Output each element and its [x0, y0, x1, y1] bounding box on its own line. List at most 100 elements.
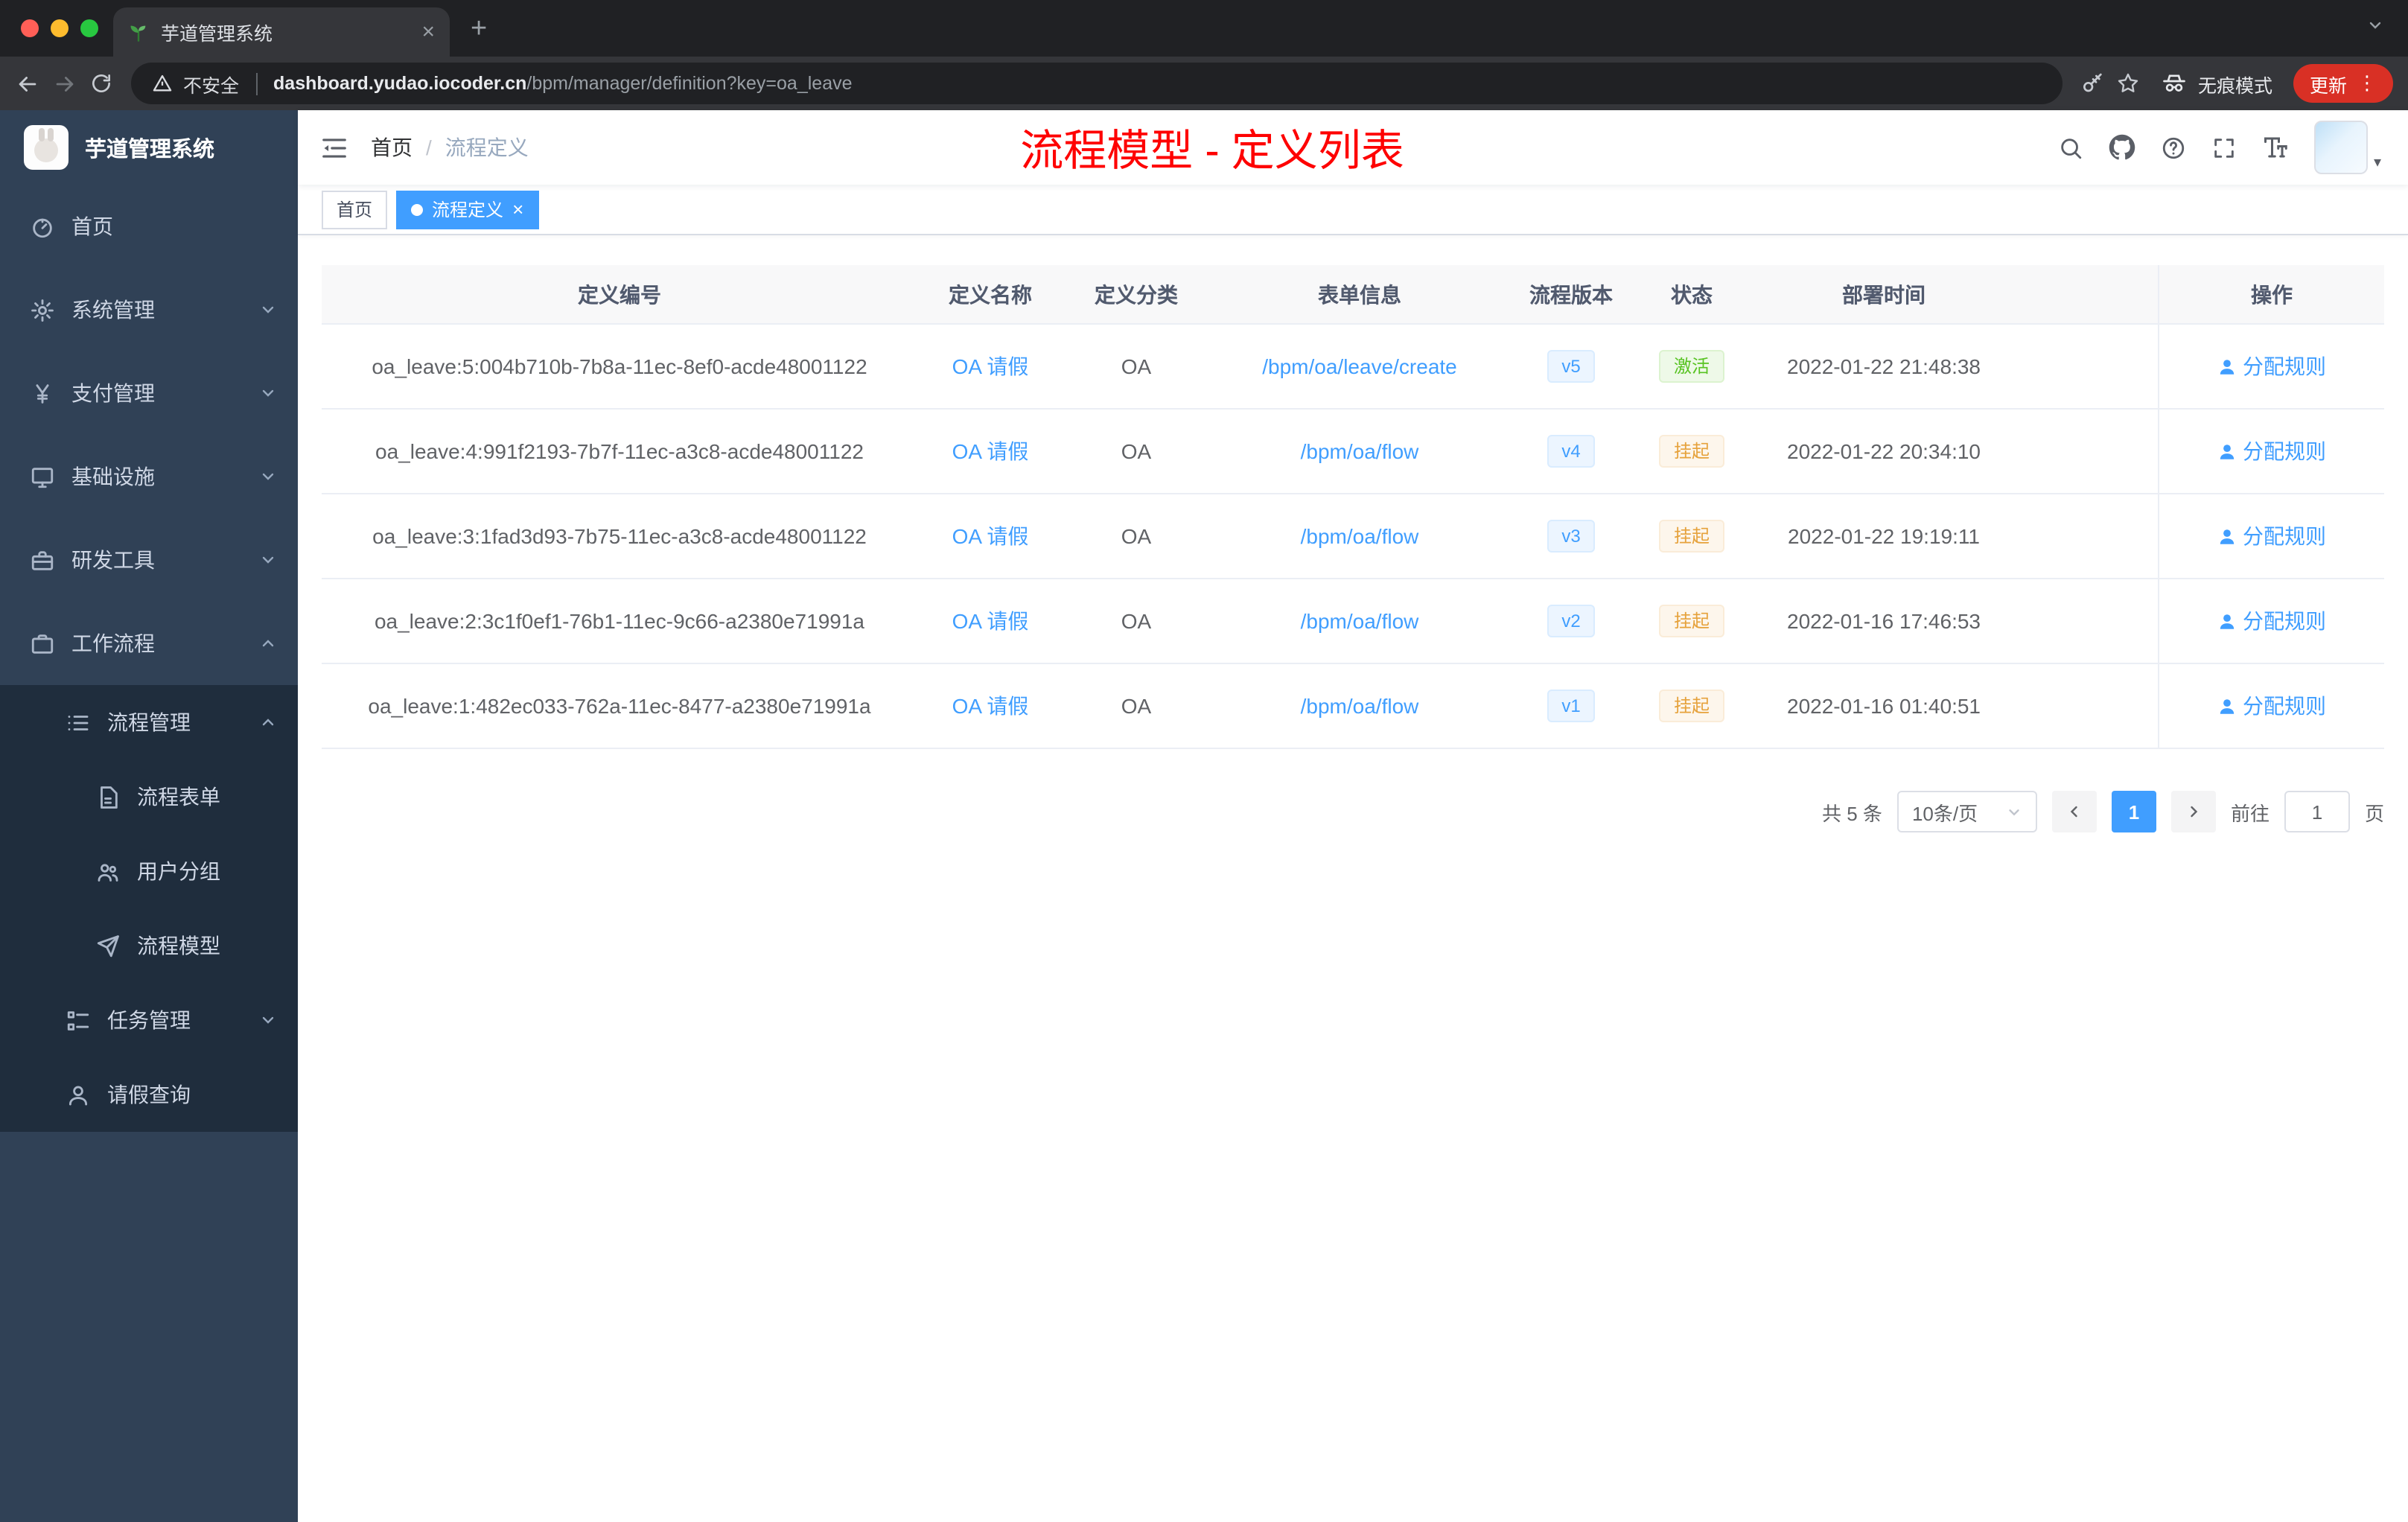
avatar[interactable]: [2313, 121, 2368, 174]
tab-search-chevron-icon[interactable]: [2366, 16, 2384, 34]
sidebar-item-label: 流程模型: [137, 934, 220, 958]
url-path: /bpm/manager/definition?key=oa_leave: [526, 73, 853, 94]
forward-button[interactable]: [52, 71, 77, 96]
sidebar-item-7[interactable]: 流程表单: [0, 760, 298, 834]
password-key-icon[interactable]: [2080, 71, 2104, 95]
sidebar-item-label: 首页: [71, 214, 113, 238]
update-label: 更新: [2309, 75, 2347, 96]
maximize-window-button[interactable]: [80, 19, 98, 37]
sidebar-item-8[interactable]: 用户分组: [0, 834, 298, 908]
sidebar-item-label: 基础设施: [71, 465, 155, 488]
browser-menu-icon[interactable]: ⋮: [2357, 71, 2377, 95]
assign-rule-link[interactable]: 分配规则: [2217, 351, 2326, 381]
chevron-up-icon: [259, 713, 277, 731]
tag-active-dot: [411, 203, 424, 215]
bookmark-star-icon[interactable]: [2116, 71, 2140, 95]
fullscreen-icon[interactable]: [2211, 135, 2237, 160]
definition-name-link[interactable]: OA 请假: [952, 351, 1029, 381]
definition-name-cell: OA 请假: [917, 664, 1063, 748]
definition-name-link[interactable]: OA 请假: [952, 691, 1029, 721]
tag-label: 首页: [337, 200, 373, 220]
refresh-button[interactable]: [89, 71, 113, 95]
briefcase-icon: [30, 631, 55, 656]
definition-name-link[interactable]: OA 请假: [952, 606, 1029, 636]
new-tab-button[interactable]: +: [471, 13, 487, 46]
form-info-link[interactable]: /bpm/oa/flow: [1301, 439, 1419, 463]
user-menu[interactable]: ▾: [2313, 121, 2381, 174]
chevron-down-icon: [259, 301, 277, 319]
assign-rule-link[interactable]: 分配规则: [2217, 691, 2326, 721]
tag-1[interactable]: 流程定义 ×: [396, 190, 539, 229]
sidebar-item-label: 请假查询: [107, 1083, 191, 1107]
browser-tab[interactable]: 芋道管理系统 ×: [113, 7, 450, 57]
tag-0[interactable]: 首页: [322, 190, 388, 229]
sidebar-toggle-icon[interactable]: [298, 133, 371, 162]
breadcrumb-home[interactable]: 首页: [371, 133, 413, 162]
definition-name-link[interactable]: OA 请假: [952, 521, 1029, 551]
sidebar-item-6[interactable]: 流程管理: [0, 685, 298, 760]
search-icon[interactable]: [2058, 135, 2083, 160]
status-badge: 激活: [1658, 350, 1724, 383]
sidebar-item-10[interactable]: 任务管理: [0, 983, 298, 1057]
minimize-window-button[interactable]: [51, 19, 69, 37]
status-cell: 激活: [1632, 325, 1751, 408]
chevron-down-icon: [2006, 803, 2022, 820]
sidebar-item-5[interactable]: 工作流程: [0, 602, 298, 685]
security-label[interactable]: 不安全: [183, 69, 239, 98]
sidebar-logo[interactable]: 芋道管理系统: [0, 110, 298, 185]
prev-page-button[interactable]: [2051, 791, 2097, 832]
definition-id: oa_leave:2:3c1f0ef1-76b1-11ec-9c66-a2380…: [374, 609, 864, 633]
toolbox-icon: [30, 547, 55, 573]
chevron-down-icon: [259, 1011, 277, 1029]
github-icon[interactable]: [2109, 134, 2135, 161]
sidebar-item-2[interactable]: 支付管理: [0, 351, 298, 435]
page-size-select[interactable]: 10条/页: [1896, 791, 2037, 832]
chevron-down-icon: [259, 468, 277, 485]
app-root: 芋道管理系统 首页系统管理 支付管理基础设施研发工具 工作流程 流程管理 流程表单用户分…: [0, 110, 2408, 1522]
tab-close-icon[interactable]: ×: [421, 21, 435, 43]
form-icon: [95, 784, 121, 809]
assign-rule-link[interactable]: 分配规则: [2217, 606, 2326, 636]
browser-tab-bar: 芋道管理系统 × +: [0, 0, 2408, 57]
next-page-button[interactable]: [2170, 791, 2216, 832]
sidebar-item-label: 用户分组: [137, 859, 220, 883]
back-button[interactable]: [15, 71, 40, 96]
sidebar-item-1[interactable]: 系统管理: [0, 268, 298, 351]
sidebar-item-9[interactable]: 流程模型: [0, 908, 298, 983]
close-window-button[interactable]: [21, 19, 39, 37]
table-row: oa_leave:2:3c1f0ef1-76b1-11ec-9c66-a2380…: [322, 579, 2384, 664]
caret-down-icon: ▾: [2373, 155, 2381, 171]
font-size-icon[interactable]: [2262, 134, 2289, 161]
update-button[interactable]: 更新 ⋮: [2293, 64, 2393, 103]
sidebar-item-4[interactable]: 研发工具: [0, 518, 298, 602]
sidebar-item-0[interactable]: 首页: [0, 185, 298, 268]
definition-category: OA: [1121, 609, 1152, 633]
sidebar-item-3[interactable]: 基础设施: [0, 435, 298, 518]
breadcrumb-separator: /: [426, 136, 432, 159]
tag-close-icon[interactable]: ×: [512, 200, 523, 219]
users-icon: [95, 859, 121, 884]
form-info-link[interactable]: /bpm/oa/flow: [1301, 524, 1419, 548]
help-icon[interactable]: [2161, 135, 2186, 160]
pagination: 共 5 条 10条/页 1 前往 1 页: [322, 791, 2384, 832]
assign-rule-label: 分配规则: [2243, 694, 2326, 718]
goto-page-input[interactable]: [2284, 791, 2350, 832]
status-cell: 挂起: [1632, 664, 1751, 748]
assign-rule-label: 分配规则: [2243, 354, 2326, 378]
definition-name-cell: OA 请假: [917, 579, 1063, 663]
form-info-link[interactable]: /bpm/oa/leave/create: [1262, 354, 1457, 378]
incognito-icon: [2161, 70, 2188, 97]
user-small-icon: [2217, 611, 2237, 631]
form-info-link[interactable]: /bpm/oa/flow: [1301, 609, 1419, 633]
definition-name-link[interactable]: OA 请假: [952, 436, 1029, 466]
assign-rule-link[interactable]: 分配规则: [2217, 521, 2326, 551]
sidebar-item-11[interactable]: 请假查询: [0, 1057, 298, 1132]
address-bar[interactable]: 不安全 dashboard.yudao.iocoder.cn/bpm/manag…: [131, 63, 2063, 104]
user-small-icon: [2217, 357, 2237, 376]
column-header-6: 部署时间: [1842, 282, 1926, 306]
page-button-1[interactable]: 1: [2111, 791, 2156, 832]
assign-rule-link[interactable]: 分配规则: [2217, 436, 2326, 466]
status-badge: 挂起: [1658, 605, 1724, 637]
form-info-cell: /bpm/oa/leave/create: [1209, 325, 1510, 408]
form-info-link[interactable]: /bpm/oa/flow: [1301, 694, 1419, 718]
